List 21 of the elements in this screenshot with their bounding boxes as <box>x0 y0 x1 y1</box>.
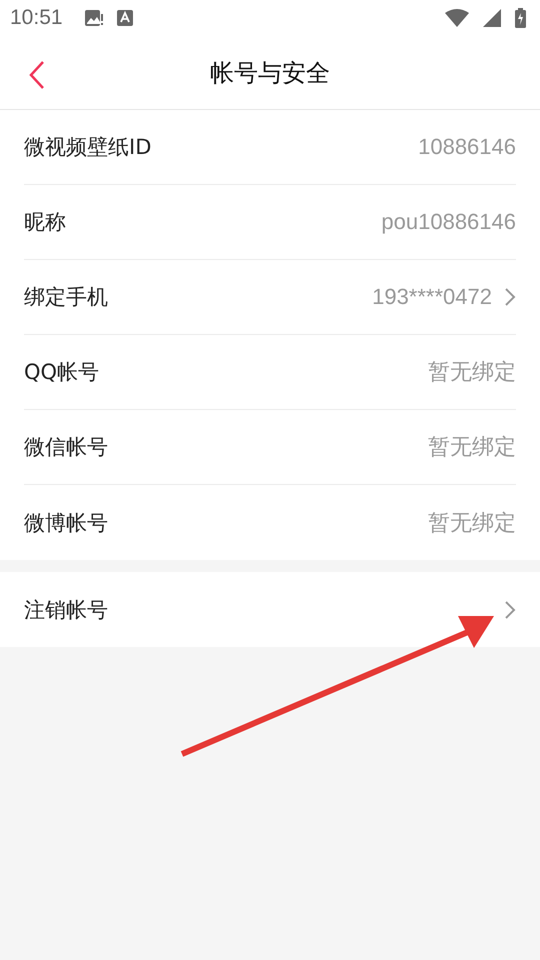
row-value: 193****0472 <box>372 284 492 310</box>
image-icon <box>84 10 103 26</box>
row-value: 暂无绑定 <box>428 433 516 461</box>
row-label: 绑定手机 <box>24 284 108 311</box>
row-label: 注销帐号 <box>24 596 108 624</box>
font-icon <box>116 10 133 26</box>
row-value: 暂无绑定 <box>428 508 516 536</box>
row-value: 暂无绑定 <box>428 358 516 386</box>
signal-icon <box>483 9 501 27</box>
row-value: 10886146 <box>418 134 516 160</box>
wifi-icon <box>445 9 469 27</box>
battery-icon <box>515 8 526 28</box>
back-icon[interactable] <box>28 60 46 90</box>
row-label: 微视频壁纸ID <box>24 134 152 161</box>
page-title: 帐号与安全 <box>210 58 330 88</box>
status-time: 10:51 <box>10 6 63 30</box>
row-value: pou10886146 <box>381 209 516 235</box>
row-label: 昵称 <box>24 209 66 236</box>
row-label: QQ帐号 <box>24 359 100 386</box>
row-label: 微博帐号 <box>24 510 108 536</box>
row-label: 微信帐号 <box>24 434 108 461</box>
